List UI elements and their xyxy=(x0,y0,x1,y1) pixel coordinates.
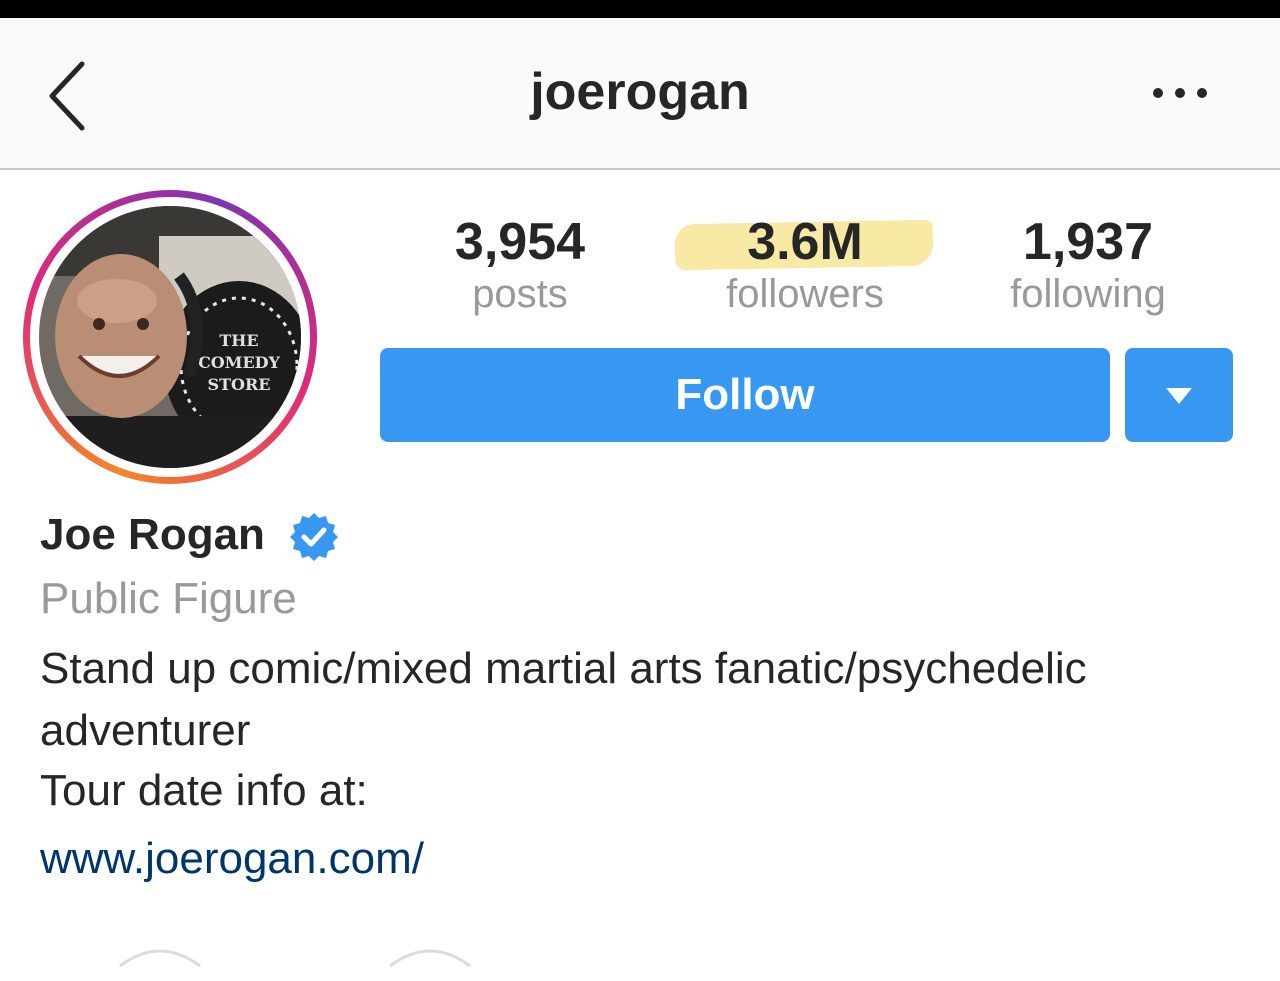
posts-label: posts xyxy=(472,272,568,316)
avatar-sign-text-2: COMEDY xyxy=(198,353,280,372)
followers-count[interactable]: 3.6M followers xyxy=(674,212,934,316)
story-highlights-peek xyxy=(100,936,471,976)
profile-header: joerogan xyxy=(0,18,1280,170)
following-value: 1,937 xyxy=(1022,213,1154,271)
profile-photo: THE COMEDY STORE xyxy=(39,206,301,468)
profile-category: Public Figure xyxy=(40,574,297,623)
following-label: following xyxy=(1010,272,1166,316)
profile-bio: Stand up comic/mixed martial arts fanati… xyxy=(40,644,1087,755)
posts-count[interactable]: 3,954 posts xyxy=(400,212,640,316)
verified-badge-icon xyxy=(288,510,340,562)
followers-label: followers xyxy=(726,272,884,316)
avatar[interactable]: THE COMEDY STORE xyxy=(39,206,301,468)
following-count[interactable]: 1,937 following xyxy=(968,212,1208,316)
followers-value: 3.6M xyxy=(747,213,863,271)
tour-info-text: Tour date info at: xyxy=(40,766,368,815)
follow-button[interactable]: Follow xyxy=(380,348,1110,442)
caret-down-icon xyxy=(1166,388,1192,404)
more-options-button[interactable] xyxy=(1150,78,1210,108)
posts-value: 3,954 xyxy=(454,213,586,271)
more-horizontal-icon xyxy=(1153,88,1207,98)
profile-full-name: Joe Rogan xyxy=(40,510,265,559)
avatar-sign-text-1: THE xyxy=(219,331,258,350)
page-title: joerogan xyxy=(530,63,750,121)
suggested-accounts-dropdown-button[interactable] xyxy=(1125,348,1233,442)
status-bar xyxy=(0,0,1280,18)
avatar-sign-text-3: STORE xyxy=(208,375,271,394)
story-ring: THE COMEDY STORE xyxy=(23,190,317,484)
website-link[interactable]: www.joerogan.com/ xyxy=(40,834,424,884)
